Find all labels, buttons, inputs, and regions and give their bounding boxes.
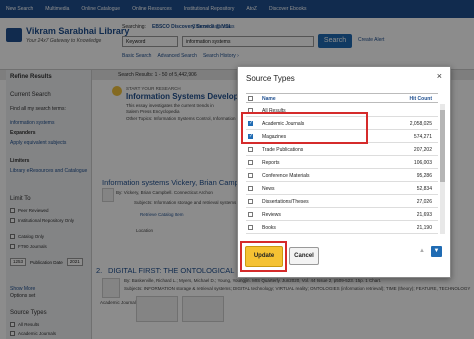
- row-checkbox[interactable]: [248, 199, 253, 204]
- row-checkbox[interactable]: [248, 173, 253, 178]
- row-hits: 207,202: [413, 147, 432, 153]
- source-row-dissertations-theses[interactable]: Dissertations/Theses 27,026: [246, 195, 438, 208]
- row-name: Books: [262, 225, 276, 231]
- row-hits: 2,058,025: [409, 121, 432, 127]
- row-hits: 574,271: [413, 134, 432, 140]
- close-icon[interactable]: ×: [437, 72, 442, 81]
- row-checkbox[interactable]: [248, 225, 253, 230]
- row-hits: 52,834: [416, 186, 432, 192]
- column-name[interactable]: Name: [262, 96, 276, 102]
- row-checkbox[interactable]: [248, 212, 253, 217]
- dialog-title: Source Types: [246, 74, 295, 83]
- source-row-reports[interactable]: Reports 106,003: [246, 156, 438, 169]
- row-hits: 95,286: [416, 173, 432, 179]
- row-hits: 106,003: [413, 160, 432, 166]
- update-button[interactable]: Update: [245, 246, 283, 267]
- row-name: News: [262, 186, 275, 192]
- row-name: Reports: [262, 160, 280, 166]
- row-name: Trade Publications: [262, 147, 304, 153]
- row-hits: 27,026: [416, 199, 432, 205]
- source-row-books[interactable]: Books 21,190: [246, 221, 438, 234]
- source-row-news[interactable]: News 52,834: [246, 182, 438, 195]
- select-all-checkbox[interactable]: [248, 96, 253, 101]
- scrollbar-thumb[interactable]: [440, 110, 445, 182]
- row-checkbox[interactable]: [248, 147, 253, 152]
- row-name: Dissertations/Theses: [262, 199, 309, 205]
- source-row-conference-materials[interactable]: Conference Materials 95,286: [246, 169, 438, 182]
- row-hits: 21,693: [416, 212, 432, 218]
- scroll-up-icon[interactable]: ▲: [417, 246, 427, 256]
- scroll-down-icon[interactable]: ▼: [431, 246, 442, 257]
- source-row-reviews[interactable]: Reviews 21,693: [246, 208, 438, 221]
- row-name: Conference Materials: [262, 173, 310, 179]
- row-name: Reviews: [262, 212, 281, 218]
- source-row-trade-publications[interactable]: Trade Publications 207,202: [246, 143, 438, 156]
- row-checkbox[interactable]: [248, 160, 253, 165]
- list-scrollbar[interactable]: [440, 104, 445, 234]
- column-hit-count[interactable]: Hit Count: [410, 96, 433, 102]
- cancel-button[interactable]: Cancel: [289, 247, 319, 265]
- source-list-header: Name Hit Count: [246, 93, 438, 103]
- highlight-selected-sources: [241, 112, 368, 144]
- row-checkbox[interactable]: [248, 186, 253, 191]
- row-hits: 21,190: [416, 225, 432, 231]
